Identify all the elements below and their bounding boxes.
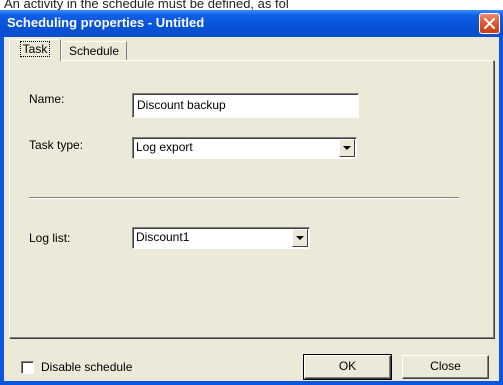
dialog-body: Task Schedule Name: Discount backup Task… [4, 37, 499, 381]
screen: An activity in the schedule must be defi… [0, 0, 503, 385]
log-list-value: Discount1 [136, 230, 190, 244]
name-input[interactable]: Discount backup [132, 93, 359, 118]
task-type-value: Log export [136, 140, 193, 154]
window-title: Scheduling properties - Untitled [7, 15, 205, 30]
separator-line [29, 197, 459, 199]
ok-button[interactable]: OK [303, 354, 392, 380]
close-icon [484, 18, 495, 29]
tab-task[interactable]: Task [9, 39, 61, 61]
disable-schedule-checkbox[interactable] [21, 361, 34, 374]
chevron-down-icon [296, 236, 304, 240]
task-type-dropdown-button[interactable] [339, 139, 355, 157]
chevron-down-icon [343, 146, 351, 150]
scheduling-properties-dialog: Scheduling properties - Untitled Task Sc… [0, 10, 503, 385]
log-list-select[interactable]: Discount1 [132, 227, 310, 249]
tab-task-label: Task [19, 41, 51, 57]
task-tab-panel: Name: Discount backup Task type: Log exp… [9, 60, 494, 338]
name-label: Name: [29, 92, 65, 106]
task-type-label: Task type: [29, 138, 84, 152]
task-type-select[interactable]: Log export [132, 137, 357, 159]
close-button[interactable]: Close [402, 355, 489, 379]
tab-schedule-label: Schedule [68, 44, 120, 58]
close-window-button[interactable] [479, 13, 500, 34]
log-list-dropdown-button[interactable] [292, 229, 308, 247]
disable-schedule-label[interactable]: Disable schedule [41, 360, 132, 374]
log-list-label: Log list: [29, 231, 71, 245]
tab-schedule[interactable]: Schedule [61, 41, 127, 60]
title-bar[interactable]: Scheduling properties - Untitled [0, 10, 503, 37]
